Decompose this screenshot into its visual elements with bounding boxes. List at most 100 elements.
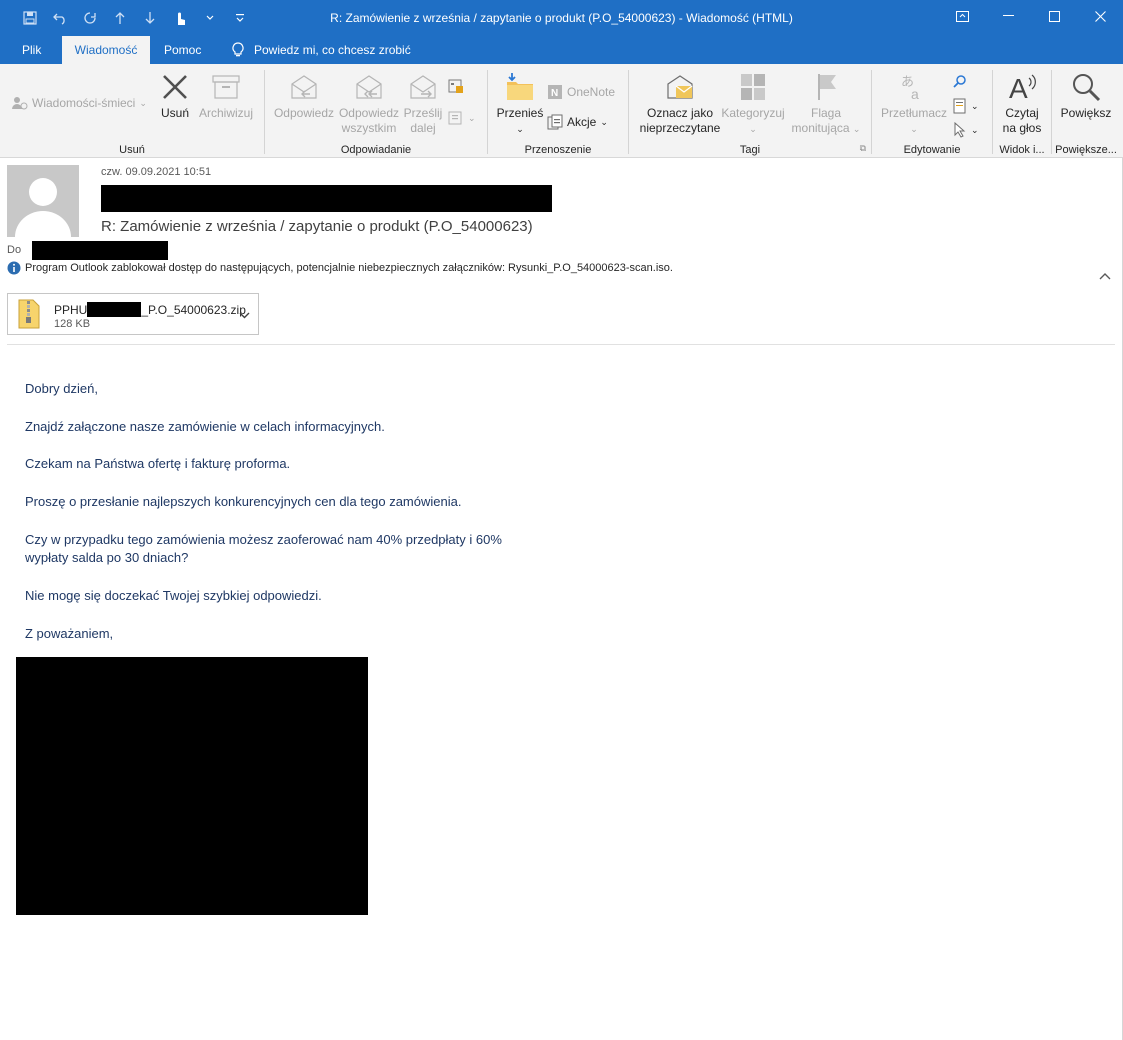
ribbon-display-options-icon[interactable]	[939, 0, 985, 32]
flag-icon	[818, 74, 836, 100]
move-label: Przenieś	[496, 106, 544, 120]
reply-label: Odpowiedz	[273, 106, 335, 120]
junk-label: Wiadomości-śmieci	[32, 96, 136, 110]
delete-label: Usuń	[160, 106, 189, 120]
message-date: czw. 09.09.2021 10:51	[101, 166, 212, 178]
more-respond-button[interactable]: ⌄	[448, 110, 476, 126]
move-button[interactable]: Przenieś ⌄	[495, 72, 545, 137]
group-zoom: Powiększ Powiększe...	[1053, 68, 1119, 156]
read-aloud-icon: A	[1009, 73, 1036, 102]
group-delete-label: Usuń	[119, 144, 145, 156]
redacted-signature	[16, 657, 368, 915]
tab-message[interactable]: Wiadomość	[62, 36, 150, 64]
archive-button[interactable]: Archiwizuj	[196, 72, 256, 121]
ribbon-tabs: Plik Wiadomość Pomoc Powiedz mi, co chce…	[0, 36, 1123, 64]
meeting-reply-button[interactable]	[448, 78, 464, 94]
onenote-icon: N	[548, 85, 562, 99]
meeting-icon	[448, 79, 463, 93]
attachment-name-suffix: _P.O_54000623.zip	[141, 303, 246, 317]
read-aloud-label-2: na głos	[1002, 121, 1042, 135]
message-header: czw. 09.09.2021 10:51 R: Zamówienie z wr…	[0, 158, 1123, 346]
tell-me-text: Powiedz mi, co chcesz zrobić	[254, 43, 411, 57]
translate-label: Przetłumacz	[880, 106, 948, 120]
tab-file[interactable]: Plik	[10, 36, 53, 64]
group-editing: あa Przetłumacz ⌄ ⌄ ⌄ Edytowanie	[873, 68, 991, 156]
related-icon	[953, 98, 966, 114]
ribbon-separator	[264, 70, 265, 154]
read-aloud-button[interactable]: A Czytaj na głos	[998, 72, 1046, 136]
mark-unread-button[interactable]: Oznacz jako nieprzeczytane	[634, 72, 726, 136]
chevron-down-icon: ⌄	[516, 124, 524, 134]
svg-text:N: N	[551, 88, 558, 99]
window-controls	[939, 0, 1123, 32]
to-label: Do	[7, 244, 22, 256]
actions-icon	[547, 114, 563, 130]
ribbon-separator	[487, 70, 488, 154]
forward-label-2: dalej	[410, 121, 436, 135]
group-move: Przenieś ⌄ N OneNote Akcje ⌄ Przenoszeni…	[489, 68, 627, 156]
maximize-icon[interactable]	[1031, 0, 1077, 32]
collapse-header-icon[interactable]	[1099, 269, 1111, 283]
chevron-down-icon: ⌄	[852, 124, 861, 134]
zoom-button[interactable]: Powiększ	[1057, 72, 1115, 121]
find-button[interactable]	[953, 74, 967, 88]
sender-avatar	[7, 165, 79, 237]
reply-button[interactable]: Odpowiedz	[272, 72, 336, 121]
chevron-down-icon: ⌄	[971, 100, 979, 111]
forward-button[interactable]: Prześlij dalej	[402, 72, 444, 136]
minimize-icon[interactable]	[985, 0, 1031, 32]
body-line: Czekam na Państwa ofertę i fakturę profo…	[25, 456, 291, 471]
ribbon-separator	[992, 70, 993, 154]
body-line: wypłaty salda po 30 dniach?	[25, 550, 189, 565]
group-delete: Wiadomości-śmieci ⌄ Usuń Archiwizuj Usuń	[0, 68, 264, 156]
reply-icon	[291, 75, 317, 99]
translate-button[interactable]: あa Przetłumacz ⌄	[877, 72, 951, 137]
mark-unread-label-2: nieprzeczytane	[639, 121, 721, 135]
select-button[interactable]: ⌄	[953, 122, 979, 138]
tell-me-box[interactable]: Powiedz mi, co chcesz zrobić	[232, 36, 411, 64]
chevron-down-icon: ⌄	[749, 124, 757, 134]
reply-all-button[interactable]: Odpowiedz wszystkim	[336, 72, 402, 136]
onenote-button[interactable]: N OneNote	[547, 84, 615, 100]
chevron-down-icon: ⌄	[139, 97, 147, 108]
title-bar: R: Zamówienie z września / zapytanie o p…	[0, 0, 1123, 36]
translate-icon: あa	[901, 75, 919, 102]
archive-label: Archiwizuj	[198, 106, 253, 120]
tab-help[interactable]: Pomoc	[152, 36, 213, 64]
related-button[interactable]: ⌄	[953, 98, 979, 114]
actions-button[interactable]: Akcje ⌄	[547, 114, 608, 130]
reply-all-icon	[356, 75, 382, 99]
onenote-label: OneNote	[567, 85, 616, 99]
close-icon[interactable]	[1077, 0, 1123, 32]
body-line: Czy w przypadku tego zamówienia możesz z…	[25, 532, 502, 547]
chevron-down-icon: ⌄	[600, 116, 608, 127]
attachment-name: PPHU _P.O_54000623.zip	[54, 302, 246, 317]
mark-unread-label-1: Oznacz jako	[646, 106, 714, 120]
forward-icon	[410, 75, 436, 99]
dialog-launcher-icon[interactable]: ⧉	[860, 143, 866, 154]
attachment-card[interactable]: PPHU _P.O_54000623.zip 128 KB	[7, 293, 259, 335]
chevron-down-icon: ⌄	[468, 112, 476, 123]
zip-file-icon	[18, 299, 40, 329]
reply-all-label-1: Odpowiedz	[338, 106, 400, 120]
reply-all-label-2: wszystkim	[341, 121, 397, 135]
flag-label-1: Flaga	[810, 106, 842, 120]
group-respond: Odpowiedz Odpowiedz wszystkim Prześlij d…	[266, 68, 486, 156]
svg-text:a: a	[911, 86, 919, 102]
forward-label-1: Prześlij	[403, 106, 443, 120]
chevron-down-icon: ⌄	[971, 124, 979, 135]
archive-icon	[212, 75, 240, 99]
lightbulb-icon	[232, 42, 244, 57]
read-aloud-label-1: Czytaj	[1005, 106, 1039, 120]
svg-text:A: A	[1009, 73, 1028, 102]
group-immersive: A Czytaj na głos Widok i...	[994, 68, 1050, 156]
blocked-attachment-info: Program Outlook zablokował dostęp do nas…	[7, 261, 673, 275]
follow-up-flag-button[interactable]: Flaga monitująca ⌄	[788, 72, 864, 137]
delete-button[interactable]: Usuń	[158, 72, 192, 121]
attachment-size: 128 KB	[54, 318, 91, 330]
categorize-button[interactable]: Kategoryzuj ⌄	[720, 72, 786, 137]
junk-button[interactable]: Wiadomości-śmieci ⌄	[12, 96, 147, 110]
ribbon-separator	[628, 70, 629, 154]
ribbon-separator	[871, 70, 872, 154]
chevron-down-icon[interactable]	[239, 308, 250, 322]
